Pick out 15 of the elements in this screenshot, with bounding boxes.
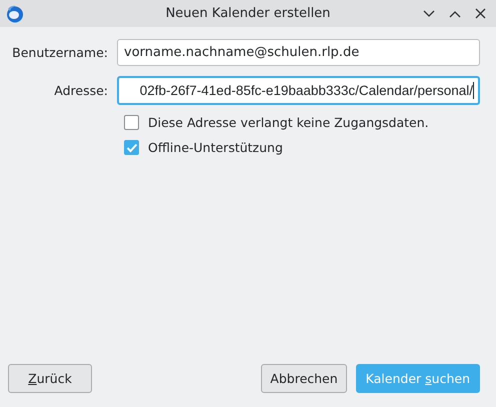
checkbox-label: Diese Adresse verlangt keine Zugangsdaten. <box>148 115 429 130</box>
minimize-icon[interactable] <box>423 10 435 18</box>
dialog-button[interactable]: Abbrechen <box>261 364 347 393</box>
input-field[interactable]: vorname.nachname@schulen.rlp.de <box>117 39 480 66</box>
checkbox[interactable] <box>124 140 139 155</box>
field-label: Benutzername: <box>11 45 108 60</box>
app-logo-icon <box>6 4 24 22</box>
checkbox[interactable] <box>124 115 139 130</box>
close-icon[interactable] <box>475 8 486 19</box>
checkbox-label: Offline-Unterstützung <box>148 140 283 155</box>
input-field[interactable]: 02fb-26f7-41ed-85fc-e19baabb333c/Calendar/personal/ <box>117 76 480 105</box>
dialog-button[interactable]: Zurück <box>8 364 92 393</box>
maximize-icon[interactable] <box>449 10 461 18</box>
window-title: Neuen Kalender erstellen <box>166 6 330 21</box>
field-label: Adresse: <box>53 83 108 98</box>
